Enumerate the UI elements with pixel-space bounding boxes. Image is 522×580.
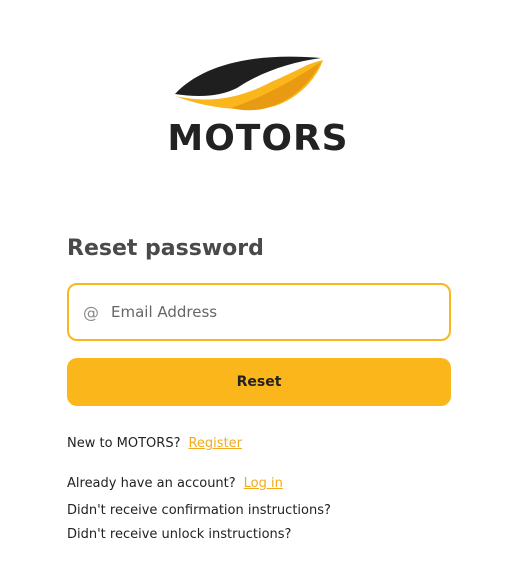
login-link[interactable]: Log in <box>244 476 283 491</box>
at-icon: @ <box>83 302 99 322</box>
confirmation-link[interactable]: Didn't receive confirmation instructions… <box>67 503 331 518</box>
unlock-link[interactable]: Didn't receive unlock instructions? <box>67 527 291 542</box>
register-link[interactable]: Register <box>188 436 242 451</box>
register-row: New to MOTORS? Register <box>67 436 242 451</box>
email-input[interactable] <box>109 296 433 328</box>
brand-title: MOTORS <box>167 118 349 159</box>
brand-logo <box>0 40 522 120</box>
swoosh-logo-icon <box>175 56 323 111</box>
reset-button[interactable]: Reset <box>67 358 451 406</box>
login-row: Already have an account? Log in <box>67 476 283 491</box>
account-prompt: Already have an account? <box>67 476 236 491</box>
email-field[interactable]: @ <box>67 283 451 341</box>
page-title: Reset password <box>67 236 264 261</box>
new-prompt: New to MOTORS? <box>67 436 181 451</box>
